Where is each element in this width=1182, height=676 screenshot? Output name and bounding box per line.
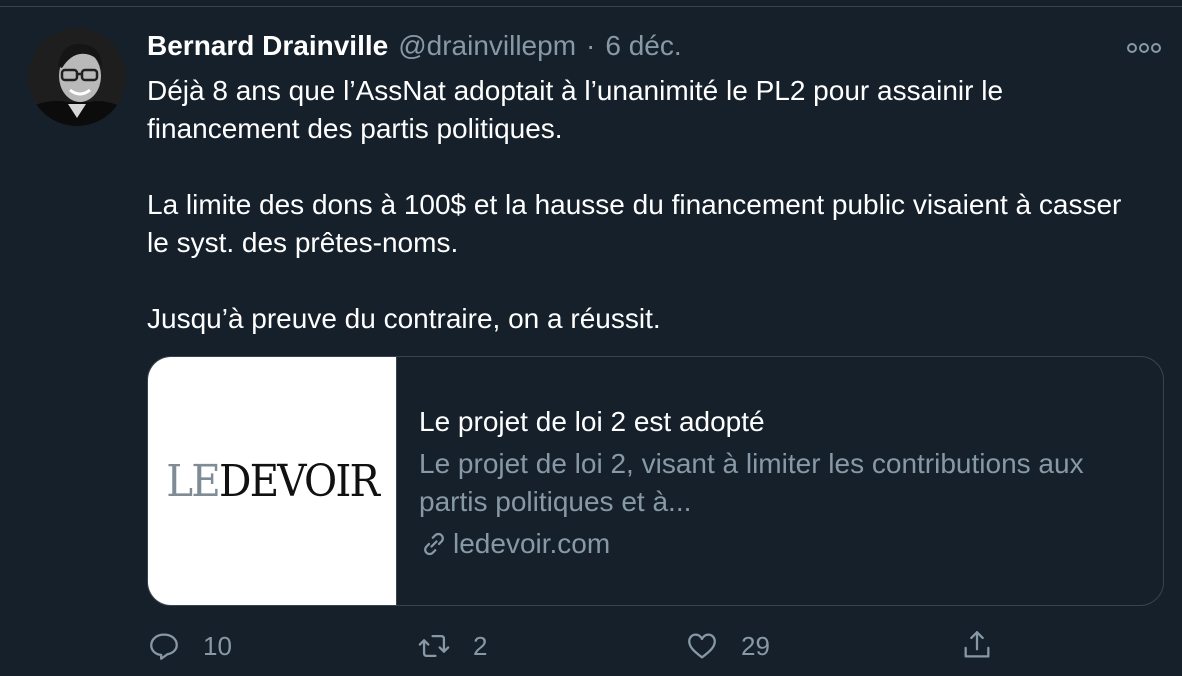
reply-button[interactable]: 10 bbox=[147, 626, 232, 666]
tweet-text: Déjà 8 ans que l’AssNat adoptait à l’una… bbox=[147, 72, 1147, 338]
author-handle[interactable]: @drainvillepm bbox=[398, 30, 576, 62]
logo-devoir-text: DEVOIR bbox=[218, 455, 380, 507]
tweet-date[interactable]: 6 déc. bbox=[605, 30, 681, 62]
le-devoir-logo: LEDEVOIR bbox=[166, 455, 380, 507]
author-name[interactable]: Bernard Drainville bbox=[147, 30, 388, 62]
logo-le-text: LE bbox=[166, 455, 221, 507]
retweet-icon bbox=[418, 634, 450, 658]
card-domain: ledevoir.com bbox=[419, 525, 1141, 563]
share-icon[interactable] bbox=[960, 628, 994, 662]
separator-dot: · bbox=[586, 30, 596, 61]
tweet-paragraph-1: Déjà 8 ans que l’AssNat adoptait à l’una… bbox=[147, 75, 1004, 144]
like-button[interactable]: 29 bbox=[685, 626, 770, 666]
card-description: Le projet de loi 2, visant à limiter les… bbox=[419, 448, 1084, 517]
tweet-header: Bernard Drainville @drainvillepm · 6 déc… bbox=[147, 30, 682, 64]
card-thumbnail: LEDEVOIR bbox=[148, 357, 397, 605]
heart-icon bbox=[688, 633, 716, 659]
reply-count: 10 bbox=[203, 630, 232, 661]
card-title: Le projet de loi 2 est adopté bbox=[419, 406, 765, 437]
tweet-paragraph-3: Jusqu’à preuve du contraire, on a réussi… bbox=[147, 303, 661, 334]
card-body: Le projet de loi 2 est adopté Le projet … bbox=[397, 357, 1163, 605]
link-icon bbox=[424, 532, 444, 556]
tweet-actions: 10 2 29 bbox=[147, 626, 1007, 666]
more-icon[interactable] bbox=[1124, 36, 1164, 60]
top-divider bbox=[0, 6, 1182, 7]
link-card[interactable]: LEDEVOIR Le projet de loi 2 est adopté L… bbox=[147, 356, 1164, 606]
retweet-count: 2 bbox=[473, 630, 488, 661]
retweet-button[interactable]: 2 bbox=[417, 626, 487, 666]
avatar[interactable] bbox=[28, 28, 126, 126]
like-count: 29 bbox=[741, 630, 770, 661]
reply-icon bbox=[150, 633, 178, 660]
card-domain-text: ledevoir.com bbox=[453, 528, 611, 559]
tweet-paragraph-2: La limite des dons à 100$ et la hausse d… bbox=[147, 189, 1122, 258]
